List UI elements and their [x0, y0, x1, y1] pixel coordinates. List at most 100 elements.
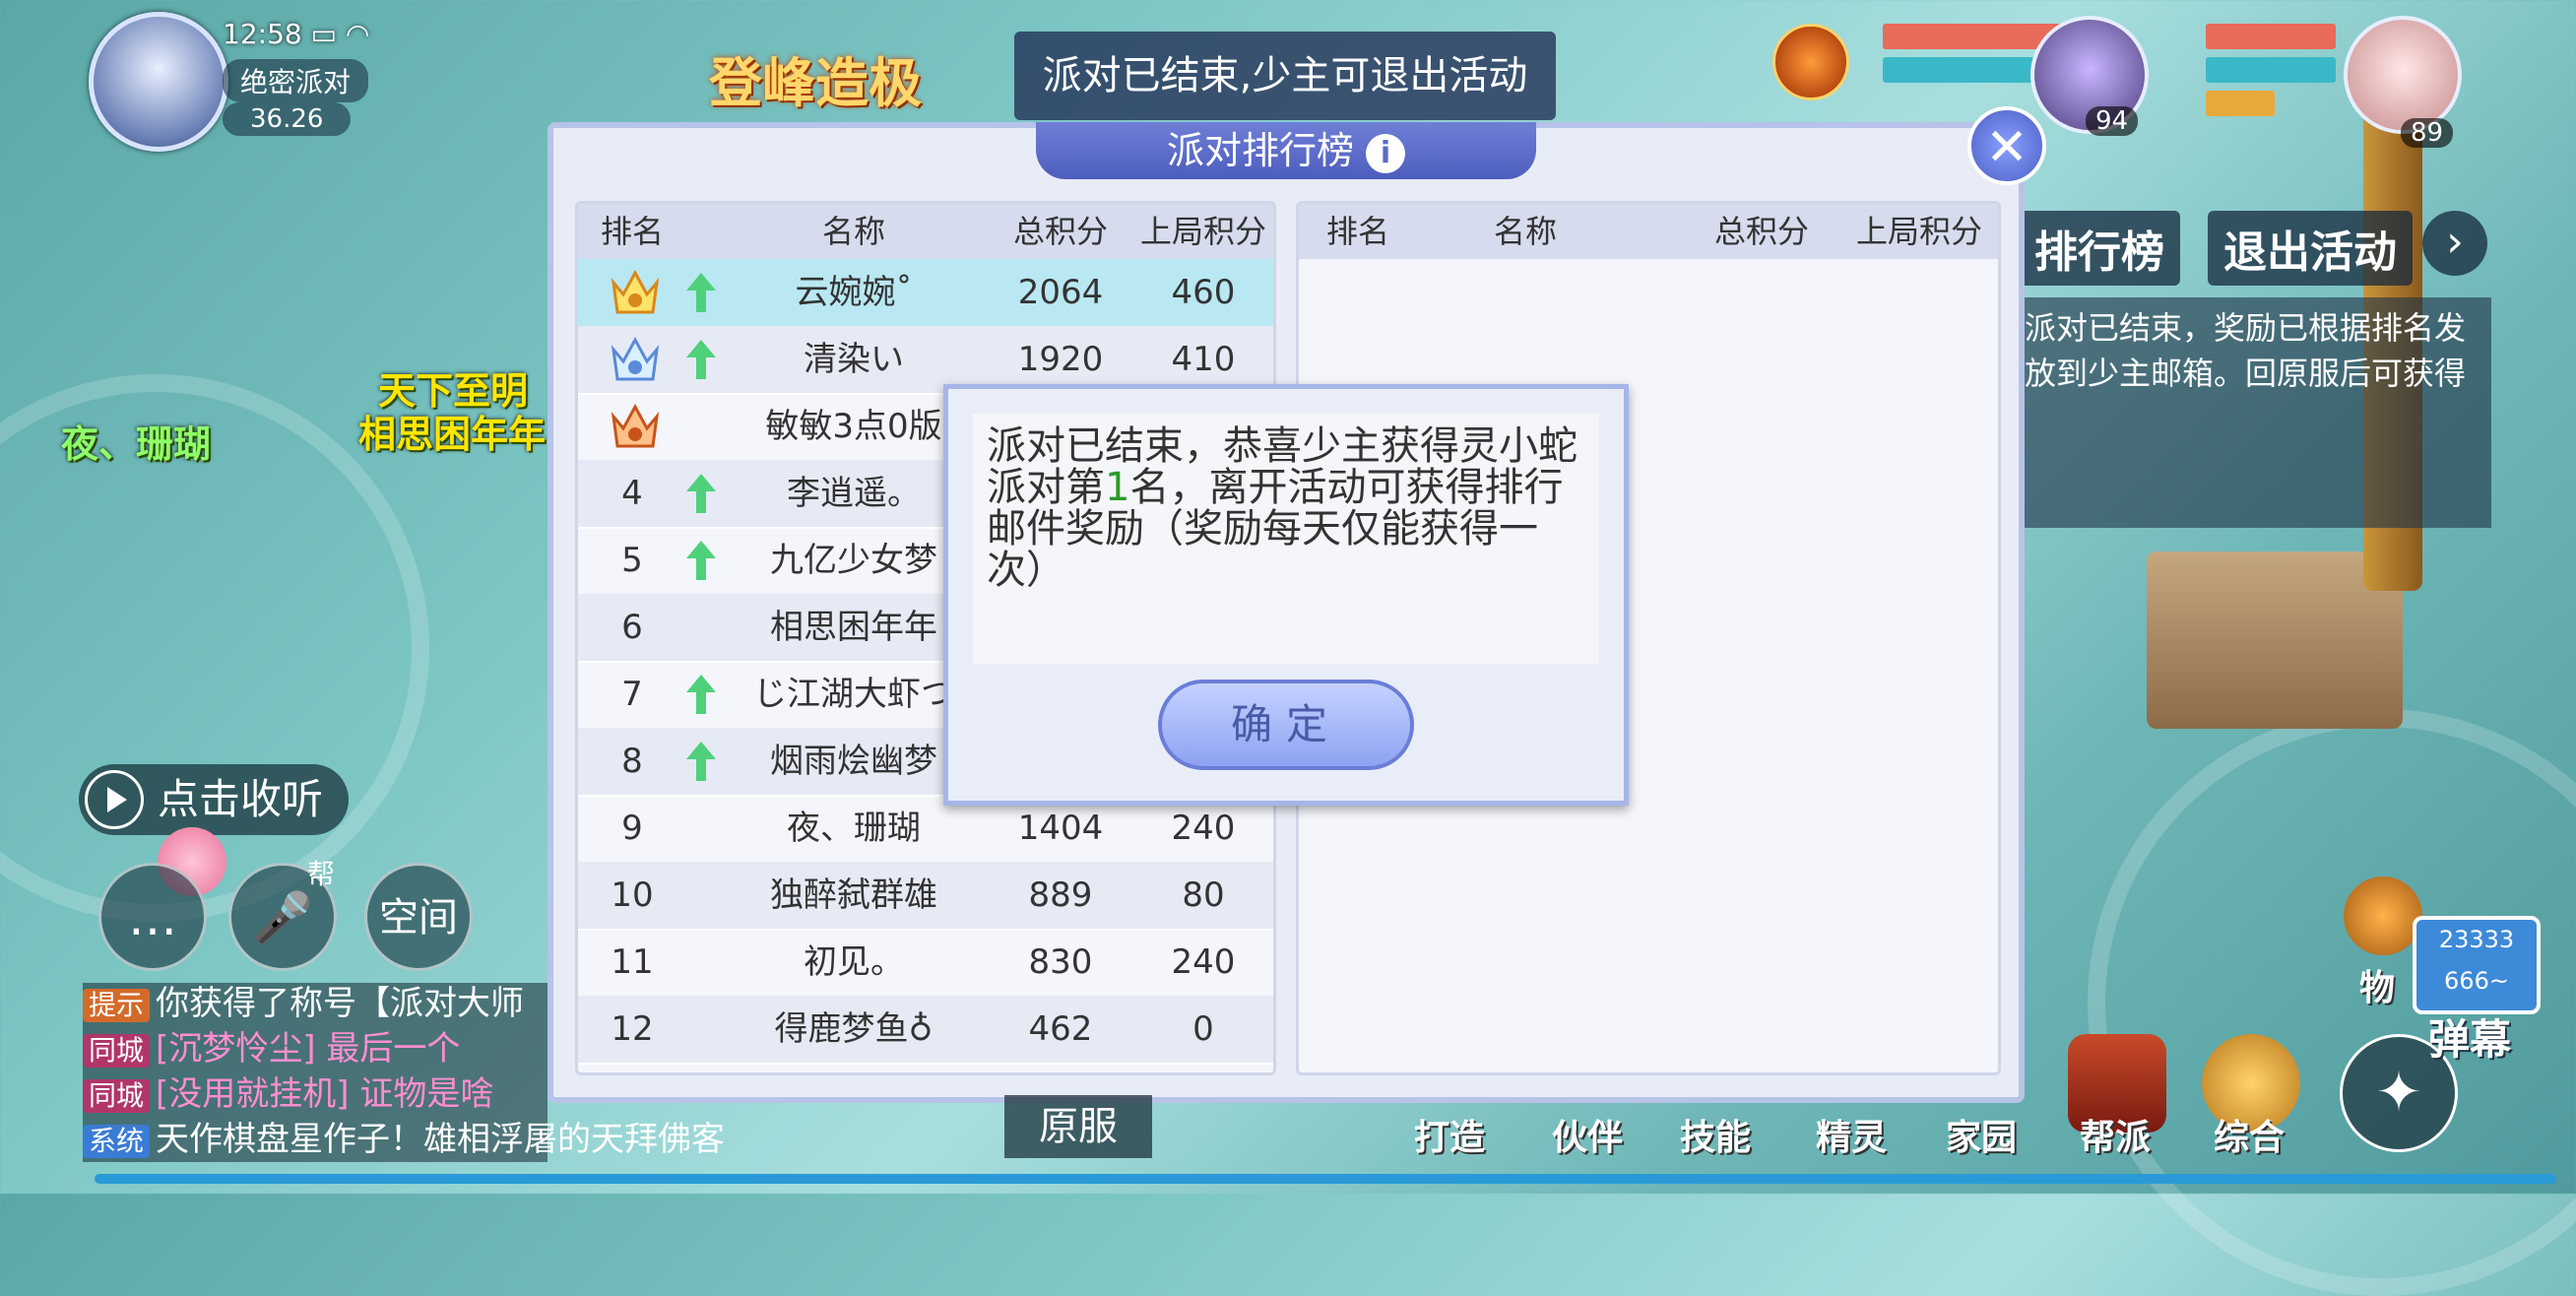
nav-home[interactable]: 家园	[1946, 1109, 2017, 1160]
nav-general[interactable]: 综合	[2214, 1109, 2285, 1160]
chat-line: 同城 [没用就挂机] 证物是啥	[83, 1073, 493, 1115]
teammate-portrait[interactable]	[2344, 16, 2462, 134]
message-rank: 1	[1105, 465, 1130, 510]
rank-up-arrow-icon	[686, 340, 716, 379]
dialog-title-text: 派对排行榜	[1166, 129, 1354, 172]
chat-window[interactable]: 提示 你获得了称号【派对大师 同城 [沉梦怜尘] 最后一个 同城 [没用就挂机] 证物…	[83, 983, 725, 1162]
event-banner[interactable]: 登峰造极	[709, 39, 922, 117]
table-header: 排名 名称 总积分 上局积分	[1299, 204, 1998, 259]
header-last: 上局积分	[1139, 213, 1266, 250]
player-name: 独醉弑群雄	[770, 875, 937, 915]
last-score: 460	[1171, 273, 1236, 312]
chat-line: 同城 [沉梦怜尘] 最后一个	[83, 1028, 460, 1069]
reward-message-text: 派对已结束，恭喜少主获得灵小蛇派对第1名，离开活动可获得排行邮件奖励（奖励每天仅…	[973, 414, 1599, 664]
wifi-icon: ◠	[345, 18, 370, 50]
teammate-mp-bar	[2206, 57, 2336, 83]
table-row[interactable]: 云婉婉˚ 2064 460	[578, 259, 1273, 328]
rank-number: 8	[621, 742, 643, 781]
table-row[interactable]: 10 独醉弑群雄 889 80	[578, 862, 1273, 931]
teammate-hp-bar	[1883, 24, 2062, 49]
experience-bar	[95, 1174, 2556, 1184]
chat-channel-tag: 同城	[83, 1079, 151, 1113]
activity-info: 派对已结束，奖励已根据排名发放到少主邮箱。回原服后可获得	[2019, 297, 2491, 528]
broadcast-message: 派对已结束,少主可退出活动	[1014, 32, 1556, 120]
player-name-tag: 夜、珊瑚	[61, 422, 212, 466]
rank-up-arrow-icon	[686, 474, 716, 513]
bronze-crown-icon	[611, 403, 660, 448]
nav-spirit[interactable]: 精灵	[1816, 1109, 1887, 1160]
silver-crown-icon	[611, 336, 660, 381]
chevron-right-icon[interactable]: ›	[2422, 211, 2487, 276]
return-server-button[interactable]: 原服	[1004, 1095, 1152, 1158]
player-name: 清染い	[804, 340, 904, 379]
player-name: 初见。	[804, 942, 904, 982]
danmu-label[interactable]: 弹幕	[2428, 1006, 2511, 1067]
info-icon[interactable]: i	[1366, 133, 1406, 173]
header-name: 名称	[821, 213, 885, 250]
nav-craft[interactable]: 打造	[1414, 1109, 1485, 1160]
total-score: 462	[1028, 1009, 1093, 1049]
last-score: 0	[1192, 1009, 1214, 1049]
player-avatar[interactable]	[89, 12, 228, 152]
rank-number: 11	[611, 942, 654, 982]
teammate-level: 94	[2086, 106, 2139, 136]
teammate-energy-bar	[2206, 91, 2275, 116]
chat-channel-tag: 提示	[83, 989, 151, 1022]
chat-text: [没用就挂机] 证物是啥	[156, 1074, 494, 1114]
ranking-button[interactable]: 排行榜	[2019, 211, 2180, 286]
nav-guild[interactable]: 帮派	[2080, 1109, 2151, 1160]
rank-number: 5	[621, 541, 643, 580]
player-name-tag: 相思困年年	[358, 413, 547, 456]
danmu-sub: 666~	[2444, 967, 2509, 995]
rank-number: 10	[611, 875, 654, 915]
bag-label: 物	[2359, 968, 2396, 1008]
chat-channel-tag: 系统	[83, 1125, 151, 1158]
danmu-widget[interactable]: 23333 666~	[2413, 916, 2541, 1014]
last-score: 240	[1171, 942, 1236, 982]
teammate-level: 89	[2401, 118, 2454, 148]
guild-voice-label: 帮	[307, 858, 336, 890]
nav-partner[interactable]: 伙伴	[1552, 1109, 1623, 1160]
player-name: 云婉婉˚	[795, 273, 913, 312]
rank-up-arrow-icon	[686, 742, 716, 781]
play-icon	[85, 770, 144, 829]
chat-channel-tag: 同城	[83, 1034, 151, 1068]
chat-bubble-icon[interactable]: …	[98, 863, 207, 971]
chat-line: 系统 天作棋盘星作子！雄相浮屠的天拜佛客	[83, 1119, 725, 1160]
bag-icon[interactable]	[2344, 876, 2422, 955]
rank-number: 4	[621, 474, 643, 513]
header-total: 总积分	[1012, 213, 1108, 250]
last-score: 80	[1182, 875, 1225, 915]
header-last: 上局积分	[1855, 213, 1982, 250]
player-name: 得鹿梦鱼♁	[774, 1009, 934, 1049]
total-score: 830	[1028, 942, 1093, 982]
rank-up-arrow-icon	[686, 273, 716, 312]
total-score: 889	[1028, 875, 1093, 915]
gold-crown-icon	[611, 269, 660, 314]
exit-activity-button[interactable]: 退出活动	[2208, 211, 2413, 286]
rank-up-arrow-icon	[686, 675, 716, 714]
rank-number: 7	[621, 675, 643, 714]
table-row[interactable]: 12 得鹿梦鱼♁ 462 0	[578, 996, 1273, 1065]
teammate-hp-bar	[2206, 24, 2336, 49]
close-icon[interactable]: ✕	[1967, 106, 2046, 185]
header-rank: 排名	[1325, 213, 1389, 250]
rank-number: 6	[621, 608, 643, 647]
chat-text: 天作棋盘星作子！雄相浮屠的天拜佛客	[156, 1120, 726, 1159]
table-header: 排名 名称 总积分 上局积分	[578, 204, 1273, 259]
map-name[interactable]: 绝密派对	[223, 59, 369, 102]
space-button[interactable]: 空间	[364, 863, 473, 971]
total-score: 2064	[1017, 273, 1104, 312]
header-total: 总积分	[1713, 213, 1809, 250]
chat-text: 你获得了称号【派对大师	[156, 984, 525, 1023]
header-name: 名称	[1493, 213, 1557, 250]
rank-up-arrow-icon	[686, 541, 716, 580]
danmu-count: 23333	[2438, 926, 2515, 953]
buff-icon[interactable]	[1772, 24, 1849, 100]
nav-skill[interactable]: 技能	[1680, 1109, 1751, 1160]
confirm-button[interactable]: 确定	[1158, 680, 1414, 770]
table-row[interactable]: 11 初见。 830 240	[578, 929, 1273, 998]
coordinates: 36.26	[223, 102, 352, 136]
chat-line: 提示 你获得了称号【派对大师	[83, 983, 524, 1024]
header-rank: 排名	[600, 213, 664, 250]
